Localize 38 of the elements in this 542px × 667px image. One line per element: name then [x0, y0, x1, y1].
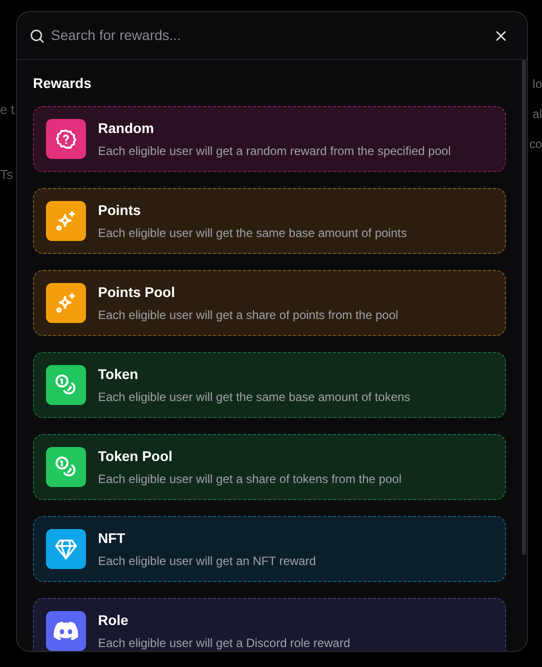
reward-description: Each eligible user will get an NFT reward: [98, 553, 316, 570]
reward-description: Each eligible user will get a share of tokens from the pool: [98, 471, 402, 488]
reward-title: Role: [98, 611, 130, 630]
background-text: Ts: [0, 166, 14, 184]
reward-option[interactable]: Token Each eligible user will get the same base amount of tokens: [33, 352, 506, 418]
reward-title: Points Pool: [98, 283, 176, 302]
reward-description: Each eligible user will get the same base amount of tokens: [98, 389, 410, 406]
close-icon: [494, 28, 508, 42]
reward-title: Token: [98, 365, 140, 384]
reward-option[interactable]: Points Pool Each eligible user will get a share of points from the pool: [33, 270, 506, 336]
reward-option[interactable]: Role Each eligible user will get a Discord role reward: [33, 598, 506, 651]
reward-option[interactable]: Random Each eligible user will get a random reward from the specified pool: [33, 106, 506, 172]
reward-description: Each eligible user will get a random reward from the specified pool: [98, 143, 451, 160]
question-badge-icon: [55, 128, 77, 150]
section-title: Rewards: [33, 74, 92, 93]
sparkles-icon: [54, 209, 78, 233]
reward-option[interactable]: Token Pool Each eligible user will get a share of tokens from the pool: [33, 434, 506, 500]
diamond-icon: [54, 537, 78, 561]
reward-description: Each eligible user will get the same base amount of points: [98, 225, 407, 242]
coins-icon: [54, 455, 78, 479]
background-text: e t: [0, 101, 14, 119]
search-icon: [29, 28, 45, 44]
reward-title: NFT: [98, 529, 126, 548]
background-text: co: [529, 136, 542, 153]
reward-title: Random: [98, 119, 155, 138]
game-controller-icon: [53, 621, 79, 641]
search-field[interactable]: Search for rewards...: [51, 25, 491, 46]
background-text: al: [532, 106, 542, 123]
reward-option[interactable]: NFT Each eligible user will get an NFT reward: [33, 516, 506, 582]
coins-icon: [54, 373, 78, 397]
sparkles-icon: [54, 291, 78, 315]
reward-title: Token Pool: [98, 447, 174, 466]
reward-option[interactable]: Points Each eligible user will get the same base amount of points: [33, 188, 506, 254]
reward-description: Each eligible user will get a share of points from the pool: [98, 307, 398, 324]
reward-title: Points: [98, 201, 142, 220]
scrollbar[interactable]: [522, 60, 526, 555]
reward-description: Each eligible user will get a Discord role reward: [98, 635, 350, 651]
background-text: lo: [532, 76, 542, 93]
